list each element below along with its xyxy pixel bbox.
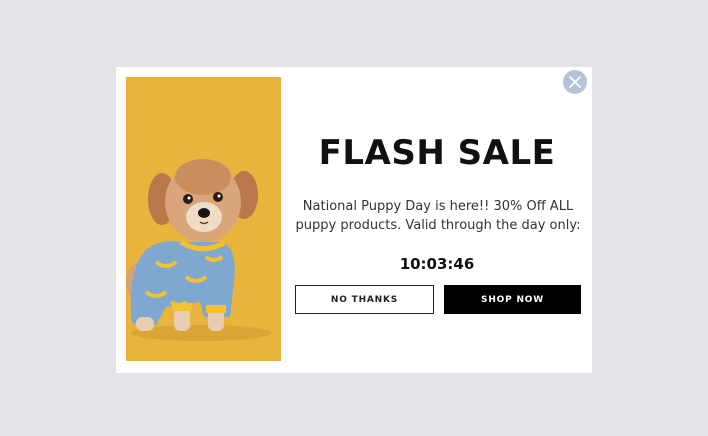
shop-now-button[interactable]: SHOP NOW [444,285,581,314]
close-icon [569,76,581,88]
close-button[interactable] [563,70,587,94]
countdown-timer: 10:03:46 [399,255,475,273]
popup-title: FLASH SALE [318,133,556,173]
puppy-photo [126,77,281,361]
popup-message: National Puppy Day is here!! 30% Off ALL… [295,199,581,233]
flash-sale-popup: FLASH SALE National Puppy Day is here!! … [116,67,592,373]
no-thanks-button[interactable]: NO THANKS [295,285,434,314]
